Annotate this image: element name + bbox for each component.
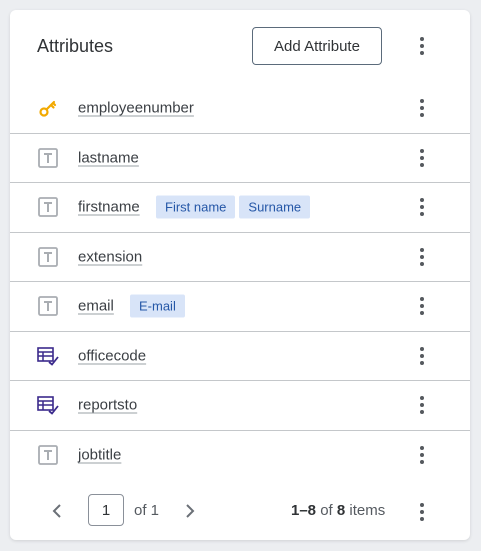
pagination-bar: of 1 1–8 of 8 items (10, 484, 470, 540)
text-type-icon (37, 246, 59, 268)
row-more-options-icon[interactable] (412, 344, 432, 368)
panel-header: Attributes Add Attribute (10, 10, 470, 84)
panel-title: Attributes (37, 36, 114, 56)
attribute-name-link[interactable]: email (78, 298, 114, 315)
attribute-row: reportsto (10, 381, 470, 431)
range-start-end: 1–8 (291, 502, 317, 519)
next-page-icon[interactable] (180, 500, 200, 522)
attribute-tag: Surname (239, 195, 311, 219)
attribute-row: extension (10, 233, 470, 282)
attribute-row: lastname (10, 134, 470, 183)
attribute-list: employeenumber lastname firstname First nam… (10, 84, 470, 480)
row-more-options-icon[interactable] (412, 245, 432, 269)
row-more-options-icon[interactable] (412, 393, 432, 417)
range-total: 8 (336, 502, 346, 519)
items-range-label: 1–8 of 8 items (291, 502, 385, 519)
row-more-options-icon[interactable] (412, 146, 432, 170)
attribute-tags: First name Surname (156, 195, 311, 219)
attribute-row: firstname First name Surname (10, 183, 470, 233)
attribute-tag: First name (156, 195, 236, 219)
page-number-input[interactable] (88, 494, 124, 526)
attribute-name-link[interactable]: employeenumber (78, 100, 194, 117)
text-type-icon (37, 295, 59, 317)
pagination-more-options-icon[interactable] (412, 500, 432, 524)
page-of-label: of 1 (134, 502, 160, 519)
range-of: of (320, 502, 333, 519)
key-icon (37, 97, 59, 119)
header-more-options-icon[interactable] (412, 34, 432, 58)
attribute-row: officecode (10, 332, 470, 381)
attribute-tags: E-mail (130, 294, 185, 318)
attribute-row: jobtitle (10, 431, 470, 481)
reference-table-icon (37, 394, 59, 416)
previous-page-icon[interactable] (47, 500, 67, 522)
attribute-row: email E-mail (10, 282, 470, 332)
row-more-options-icon[interactable] (412, 294, 432, 318)
text-type-icon (37, 196, 59, 218)
row-more-options-icon[interactable] (412, 96, 432, 120)
row-more-options-icon[interactable] (412, 195, 432, 219)
attribute-tag: E-mail (130, 294, 185, 318)
attribute-name-link[interactable]: firstname (78, 199, 140, 216)
row-more-options-icon[interactable] (412, 443, 432, 467)
attribute-name-link[interactable]: jobtitle (78, 447, 121, 464)
attribute-name-link[interactable]: extension (78, 248, 142, 265)
attribute-name-link[interactable]: lastname (78, 149, 139, 166)
attribute-name-link[interactable]: reportsto (78, 397, 137, 414)
range-items: items (349, 502, 386, 519)
attributes-panel: Attributes Add Attribute employeenumber l… (10, 10, 470, 540)
text-type-icon (37, 444, 59, 466)
text-type-icon (37, 147, 59, 169)
reference-table-icon (37, 345, 59, 367)
attribute-name-link[interactable]: officecode (78, 347, 146, 364)
add-attribute-button[interactable]: Add Attribute (252, 27, 382, 65)
attribute-row: employeenumber (10, 84, 470, 134)
